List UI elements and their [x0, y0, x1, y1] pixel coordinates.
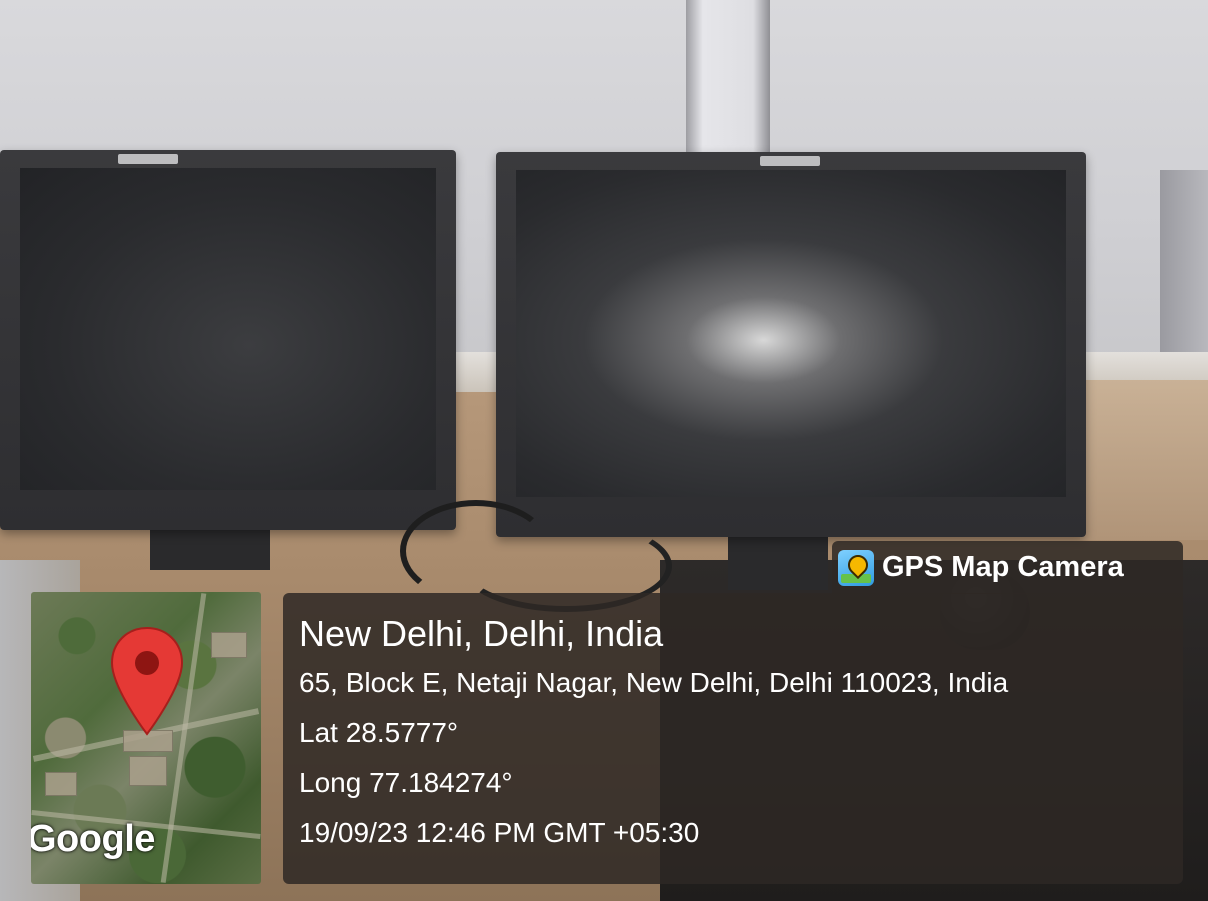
- latitude-text: Lat 28.5777°: [299, 717, 459, 748]
- wall-pillar: [686, 0, 770, 170]
- map-building: [45, 772, 77, 796]
- left-monitor-screen: [20, 168, 436, 490]
- brand-label: GPS Map Camera: [882, 551, 1124, 583]
- map-attribution: Google: [31, 818, 155, 860]
- left-monitor: [0, 150, 456, 530]
- gps-map-camera-app-icon: [838, 549, 874, 586]
- map-building: [211, 632, 247, 658]
- background-monitor-edge: [1160, 170, 1208, 370]
- map-thumbnail: Google: [31, 592, 261, 884]
- location-address: 65, Block E, Netaji Nagar, New Delhi, De…: [299, 667, 1009, 698]
- monitor-brand-badge: [118, 154, 178, 164]
- timestamp-text: 19/09/23 12:46 PM GMT +05:30: [299, 817, 700, 848]
- longitude-text: Long 77.184274°: [299, 767, 513, 798]
- right-monitor: [496, 152, 1086, 537]
- map-pin-icon: [110, 626, 184, 736]
- gps-map-camera-badge: GPS Map Camera: [832, 541, 1183, 594]
- map-building: [129, 756, 167, 786]
- monitor-brand-badge: [760, 156, 820, 166]
- desk-side: [1080, 380, 1208, 540]
- location-info-panel: New Delhi, Delhi, India 65, Block E, Net…: [283, 593, 1183, 884]
- location-title: New Delhi, Delhi, India: [299, 613, 664, 654]
- right-monitor-screen: [516, 170, 1066, 497]
